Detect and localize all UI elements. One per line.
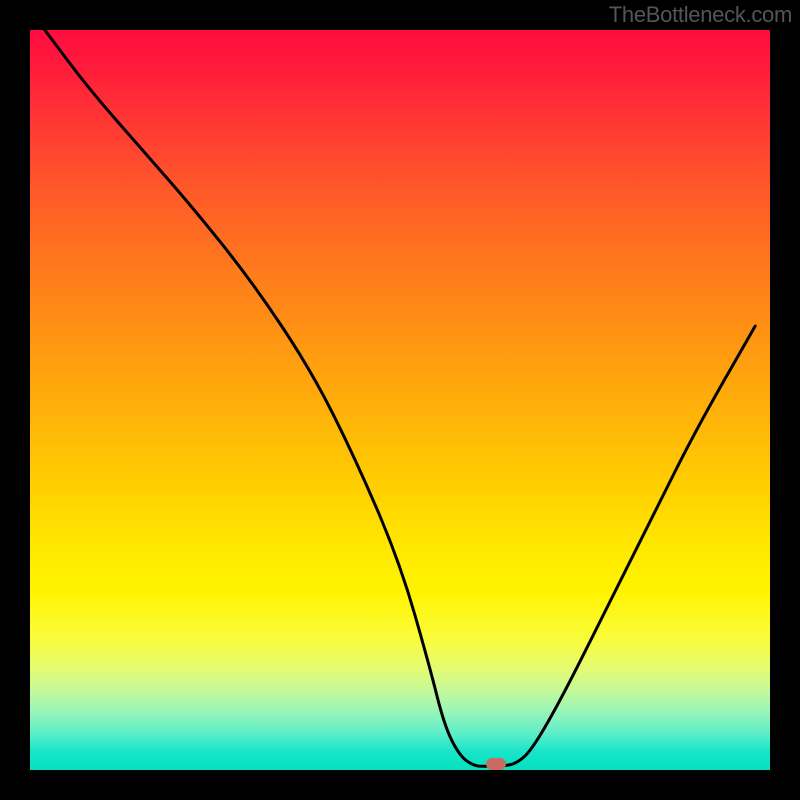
bottleneck-curve — [45, 30, 755, 766]
optimal-marker — [486, 758, 506, 770]
curve-svg — [30, 30, 770, 770]
plot-area — [30, 30, 770, 770]
watermark-text: TheBottleneck.com — [609, 2, 792, 28]
chart-container: TheBottleneck.com — [0, 0, 800, 800]
